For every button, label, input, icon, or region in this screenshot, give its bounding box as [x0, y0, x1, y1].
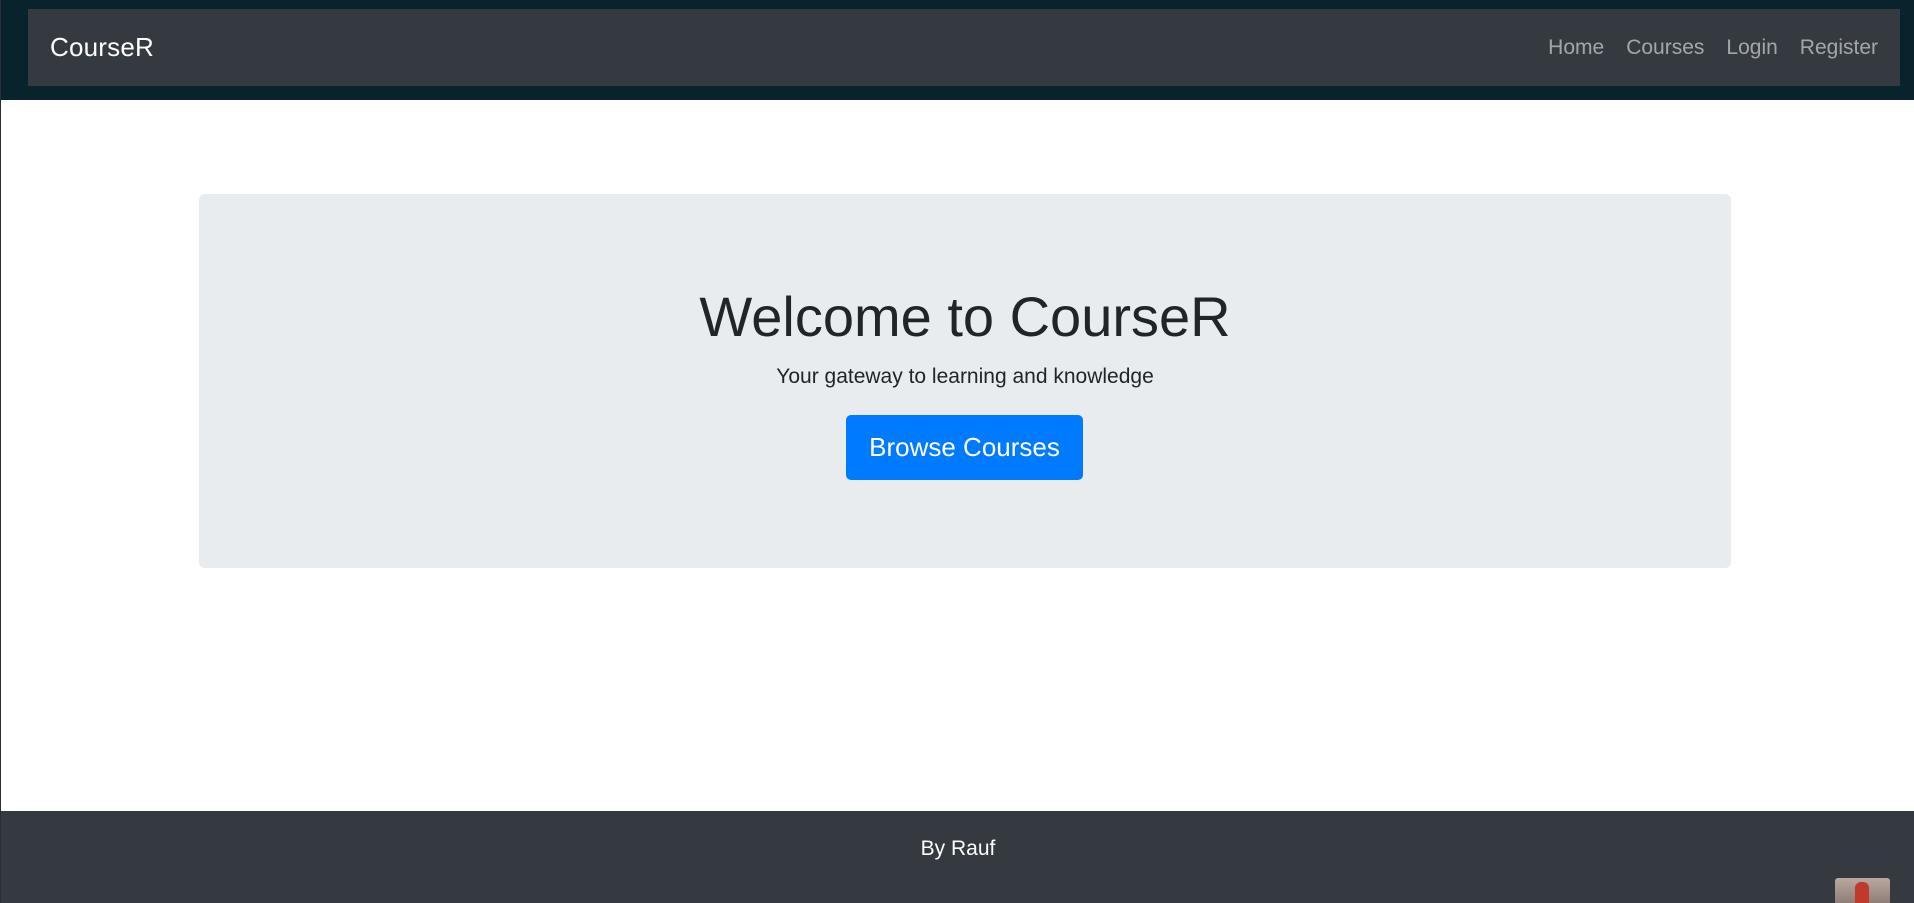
page: CourseR Home Courses Login Register Welc…: [0, 0, 1914, 903]
nav-links: Home Courses Login Register: [1548, 36, 1878, 60]
footer-credit: By Rauf: [920, 837, 996, 860]
hero-subtitle: Your gateway to learning and knowledge: [776, 365, 1154, 388]
hero-jumbotron: Welcome to CourseR Your gateway to learn…: [199, 194, 1731, 568]
brand-link[interactable]: CourseR: [50, 32, 154, 63]
hero-title: Welcome to CourseR: [699, 285, 1231, 348]
browse-courses-button[interactable]: Browse Courses: [846, 415, 1083, 480]
footer: By Rauf: [1, 811, 1914, 903]
nav-link-login[interactable]: Login: [1726, 36, 1777, 60]
nav-link-register[interactable]: Register: [1800, 36, 1878, 60]
webcam-thumbnail: [1835, 878, 1890, 903]
nav-link-home[interactable]: Home: [1548, 36, 1604, 60]
nav-link-courses[interactable]: Courses: [1626, 36, 1704, 60]
navbar: CourseR Home Courses Login Register: [28, 9, 1900, 86]
person-figure: [1855, 882, 1869, 903]
